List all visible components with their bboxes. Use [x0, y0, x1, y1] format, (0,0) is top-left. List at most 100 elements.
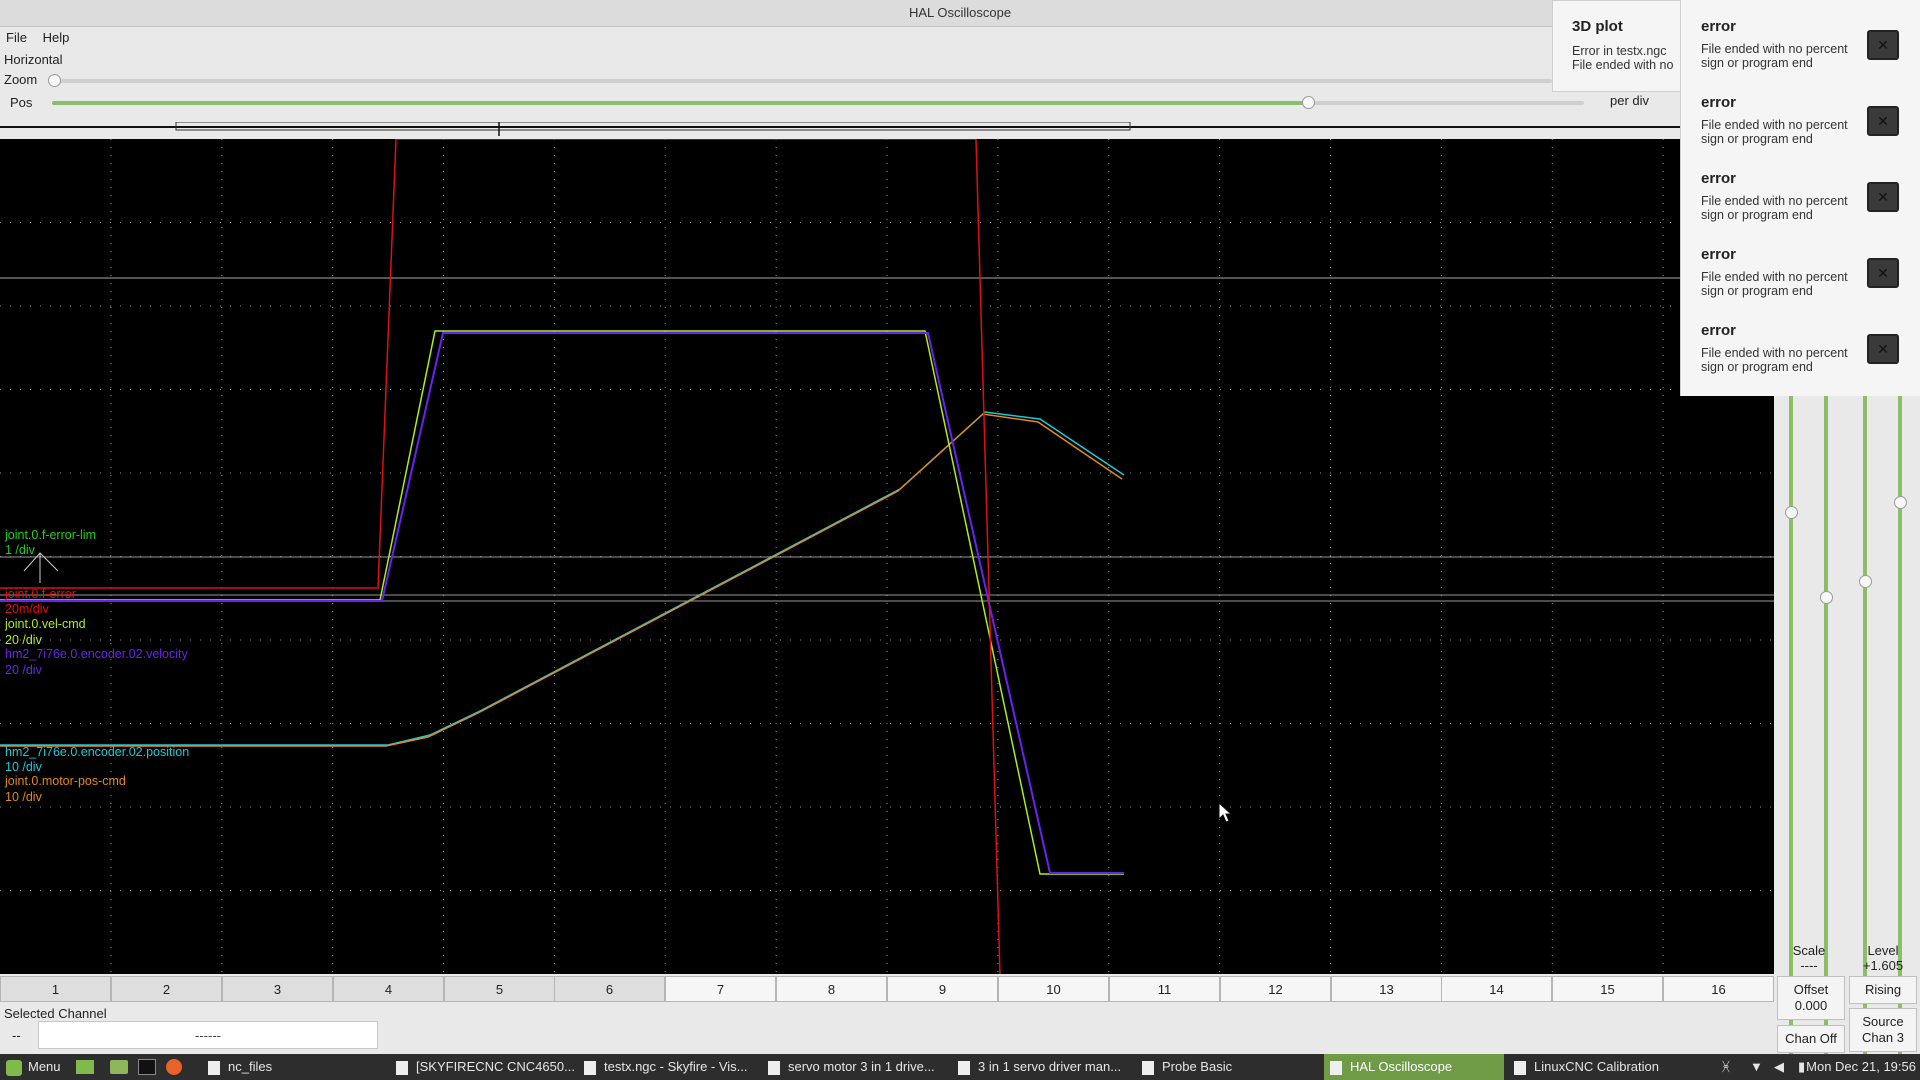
channel-button-4[interactable]: 4: [333, 976, 444, 1002]
chan-off-button[interactable]: Chan Off: [1777, 1025, 1845, 1053]
window-icon: [1330, 1060, 1342, 1075]
notification-body-line2: sign or program end: [1701, 132, 1813, 146]
taskbar-window-item[interactable]: servo motor 3 in 1 drive...: [762, 1054, 948, 1080]
notification-title: error: [1701, 322, 1737, 339]
channel-button-13[interactable]: 13: [1331, 976, 1442, 1002]
scale-label: Scale: [1792, 943, 1826, 958]
file-manager-icon[interactable]: [110, 1054, 132, 1080]
show-desktop-icon[interactable]: [76, 1054, 98, 1080]
zoom-slider-handle[interactable]: [48, 74, 61, 87]
taskbar-item-label: LinuxCNC Calibration: [1534, 1059, 1659, 1074]
trace-enc-pos: [0, 411, 1125, 746]
clock[interactable]: Mon Dec 21, 19:56: [1802, 1054, 1920, 1080]
trigger-edge-button[interactable]: Rising: [1849, 976, 1917, 1004]
trace-label-error-lim: joint.0.f-error-lim: [5, 528, 96, 542]
channel-button-2[interactable]: 2: [111, 976, 222, 1002]
notification-title: error: [1701, 18, 1737, 35]
taskbar-window-item[interactable]: Probe Basic: [1136, 1054, 1316, 1080]
pos-label: Pos: [10, 95, 33, 110]
window-icon: [1142, 1060, 1154, 1075]
notification-body-line2: sign or program end: [1701, 284, 1813, 298]
channel-button-14[interactable]: 14: [1441, 976, 1552, 1002]
notification-close-icon[interactable]: ✕: [1867, 30, 1899, 60]
pos-slider-handle[interactable]: [1302, 96, 1315, 109]
trace-label-enc-pos: hm2_7i76e.0.encoder.02.position: [5, 745, 190, 759]
selected-channel-label: Selected Channel: [4, 1006, 107, 1021]
notification-body-line1: File ended with no percent: [1701, 42, 1848, 56]
channel-button-10[interactable]: 10: [998, 976, 1109, 1002]
trace-label-enc-vel: hm2_7i76e.0.encoder.02.velocity: [5, 647, 188, 661]
selected-channel-field[interactable]: ------: [38, 1021, 378, 1049]
zoom-slider-track[interactable]: [52, 79, 1552, 83]
window-icon: [1514, 1060, 1526, 1075]
offset-button[interactable]: Offset 0.000: [1777, 976, 1845, 1020]
scale-value: ----: [1800, 958, 1818, 973]
window-icon: [208, 1060, 220, 1075]
menu-file[interactable]: File: [0, 27, 33, 49]
trigger-level-handle[interactable]: [1859, 575, 1872, 588]
taskbar-item-label: HAL Oscilloscope: [1350, 1059, 1453, 1074]
notification-close-icon[interactable]: ✕: [1867, 106, 1899, 136]
channel-button-1[interactable]: 1: [0, 976, 111, 1002]
trace-scale-error-lim: 1 /div: [5, 543, 35, 557]
pos-slider-track[interactable]: [52, 101, 1584, 105]
level-label: Level: [1867, 943, 1899, 958]
menu-button-label: Menu: [28, 1059, 61, 1074]
channel-button-12[interactable]: 12: [1220, 976, 1331, 1002]
notification-body-line2: sign or program end: [1701, 56, 1813, 70]
taskbar-item-label: testx.ngc - Skyfire - Vis...: [604, 1059, 748, 1074]
record-window-bar[interactable]: [0, 122, 1680, 136]
firefox-icon[interactable]: [166, 1054, 188, 1080]
trigger-pos-handle[interactable]: [1894, 496, 1907, 509]
taskbar-item-label: 3 in 1 servo driver man...: [978, 1059, 1122, 1074]
taskbar-window-item[interactable]: 3 in 1 servo driver man...: [952, 1054, 1132, 1080]
vertical-scale-handle[interactable]: [1820, 591, 1833, 604]
trace-scale-enc-vel: 20 /div: [5, 663, 42, 677]
offset-label: Offset: [1793, 982, 1829, 997]
trace-label-f-error: joint.0.f-error: [5, 587, 76, 601]
channel-button-3[interactable]: 3: [222, 976, 333, 1002]
channel-button-8[interactable]: 8: [776, 976, 887, 1002]
channel-button-15[interactable]: 15: [1552, 976, 1663, 1002]
scope-display[interactable]: joint.0.f-error-lim 1 /div joint.0.f-err…: [0, 139, 1774, 974]
taskbar-window-item[interactable]: [SKYFIRECNC CNC4650...: [390, 1054, 574, 1080]
bluetooth-icon[interactable]: ᚸ: [1722, 1054, 1742, 1080]
vertical-pos-handle[interactable]: [1785, 506, 1798, 519]
notification-close-icon[interactable]: ✕: [1867, 258, 1899, 288]
taskbar-window-item[interactable]: nc_files: [202, 1054, 382, 1080]
volume-icon[interactable]: ◀: [1774, 1054, 1794, 1080]
notification-body-line1: File ended with no percent: [1701, 346, 1848, 360]
zoom-label: Zoom: [4, 72, 38, 87]
channel-button-row: 1 2 3 4 5 6 7 8 9 10 11 12 13 14 15 16: [0, 976, 1774, 1004]
taskbar-window-item[interactable]: testx.ngc - Skyfire - Vis...: [578, 1054, 758, 1080]
channel-button-6[interactable]: 6: [554, 976, 665, 1002]
taskbar-item-label: nc_files: [228, 1059, 273, 1074]
taskbar-window-item[interactable]: LinuxCNC Calibration: [1508, 1054, 1688, 1080]
scope-canvas: [0, 139, 1774, 974]
network-icon[interactable]: ▼: [1750, 1054, 1770, 1080]
channel-button-5[interactable]: 5: [444, 976, 555, 1002]
horizontal-label: Horizontal: [4, 52, 63, 67]
trace-scale-vel-cmd: 20 /div: [5, 633, 42, 647]
notification-body-line1: File ended with no percent: [1701, 118, 1848, 132]
per-div-label: per div: [1610, 93, 1650, 108]
channel-button-9[interactable]: 9: [887, 976, 998, 1002]
taskbar-window-item[interactable]: HAL Oscilloscope: [1324, 1054, 1504, 1080]
notification-close-icon[interactable]: ✕: [1867, 182, 1899, 212]
trace-label-vel-cmd: joint.0.vel-cmd: [5, 617, 86, 631]
source-value: Chan 3: [1862, 1030, 1904, 1045]
notification-close-icon[interactable]: ✕: [1867, 334, 1899, 364]
channel-button-7[interactable]: 7: [665, 976, 776, 1002]
mouse-pointer-icon: [1218, 802, 1232, 823]
trace-scale-f-error: 20m/div: [5, 602, 49, 616]
notification-3d-plot[interactable]: 3D plot Error in testx.ngc File ended wi…: [1552, 0, 1688, 92]
menu-help[interactable]: Help: [37, 27, 76, 49]
pos-slider-fill: [52, 101, 1308, 105]
terminal-icon[interactable]: [138, 1054, 160, 1080]
trace-enc-vel: [0, 332, 1124, 874]
menu-button[interactable]: Menu: [6, 1054, 72, 1080]
trigger-source-button[interactable]: Source Chan 3: [1849, 1008, 1917, 1052]
channel-button-11[interactable]: 11: [1109, 976, 1220, 1002]
channel-button-16[interactable]: 16: [1663, 976, 1774, 1002]
taskbar: Menu nc_files [SKYFIRECNC CNC4650... testx…: [0, 1054, 1920, 1080]
